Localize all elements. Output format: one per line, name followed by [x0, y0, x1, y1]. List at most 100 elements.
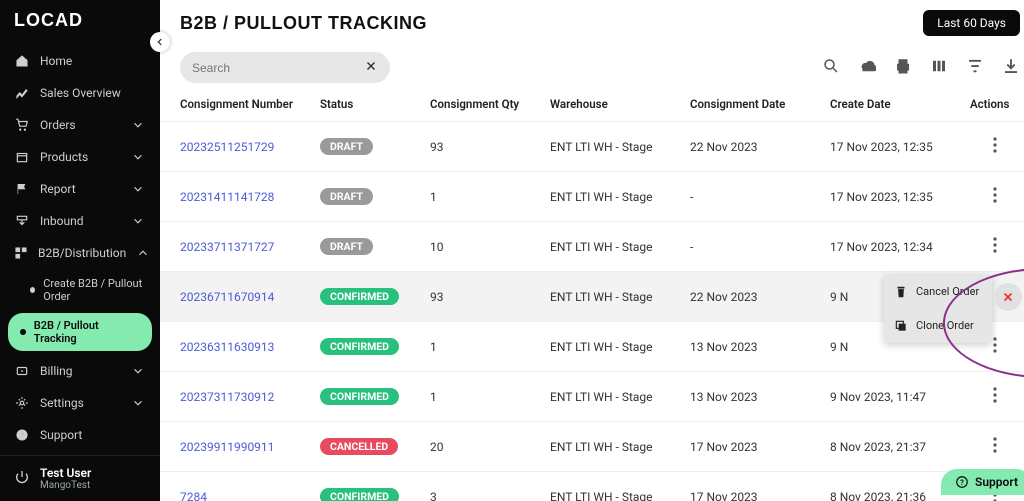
search-icon[interactable]: [822, 57, 840, 79]
sidebar-item-label: Sales Overview: [40, 86, 121, 100]
col-warehouse: Warehouse: [550, 97, 690, 111]
support-button[interactable]: ? Support: [941, 469, 1024, 495]
row-actions[interactable]: [970, 337, 1020, 356]
table-row: 20236711670914CONFIRMED 93ENT LTI WH - St…: [160, 271, 1024, 321]
col-consignment-date: Consignment Date: [690, 97, 830, 111]
filter-icon[interactable]: [966, 57, 984, 79]
consignment-number-link[interactable]: 20236311630913: [180, 340, 320, 354]
chevron-down-icon: [130, 213, 146, 229]
consignment-date-cell: -: [690, 240, 830, 254]
bullet-icon: [30, 287, 35, 293]
consignment-table: Consignment Number Status Consignment Qt…: [160, 93, 1024, 501]
consignment-number-link[interactable]: 20232511251729: [180, 140, 320, 154]
sidebar-item-orders[interactable]: Orders: [0, 109, 160, 141]
consignment-number-link[interactable]: 20231411141728: [180, 190, 320, 204]
qty-cell: 93: [430, 290, 550, 304]
chevron-down-icon: [130, 363, 146, 379]
clear-search-icon[interactable]: [364, 58, 378, 77]
table-row: 20232511251729DRAFT93ENT LTI WH - Stage2…: [160, 121, 1024, 171]
consignment-date-cell: 13 Nov 2023: [690, 340, 830, 354]
sidebar-item-label: Report: [40, 182, 76, 196]
consignment-date-cell: -: [690, 190, 830, 204]
warehouse-cell: ENT LTI WH - Stage: [550, 140, 690, 154]
consignment-number-link[interactable]: 20237311730912: [180, 390, 320, 404]
status-badge: DRAFT: [320, 238, 373, 255]
qty-cell: 3: [430, 490, 550, 501]
sidebar-item-label: Support: [40, 428, 82, 442]
sidebar-item-sales-overview[interactable]: Sales Overview: [0, 77, 160, 109]
main: B2B / PULLOUT TRACKING Last 60 Days Cons…: [160, 0, 1024, 501]
sidebar-item-inbound[interactable]: Inbound: [0, 205, 160, 237]
sidebar-collapse-button[interactable]: [150, 32, 170, 52]
search-input-wrapper[interactable]: [180, 52, 390, 83]
sidebar-item-billing[interactable]: Billing: [0, 355, 160, 387]
qty-cell: 1: [430, 340, 550, 354]
consignment-date-cell: 22 Nov 2023: [690, 140, 830, 154]
warehouse-cell: ENT LTI WH - Stage: [550, 190, 690, 204]
sidebar-item-label: B2B/Distribution: [38, 246, 126, 260]
cloud-download-icon[interactable]: [858, 57, 876, 79]
status-badge: CONFIRMED: [320, 488, 399, 501]
sidebar-nav: Home Sales Overview Orders Products Repo…: [0, 41, 160, 455]
chart-icon: [14, 85, 30, 101]
sidebar-item-support[interactable]: ? Support: [0, 419, 160, 451]
flag-icon: [14, 181, 30, 197]
row-actions[interactable]: [970, 387, 1020, 406]
col-status: Status: [320, 97, 430, 111]
billing-icon: [14, 363, 30, 379]
row-actions[interactable]: [970, 437, 1020, 456]
warehouse-cell: ENT LTI WH - Stage: [550, 340, 690, 354]
qty-cell: 1: [430, 190, 550, 204]
sidebar-item-report[interactable]: Report: [0, 173, 160, 205]
row-actions[interactable]: [970, 137, 1020, 156]
create-date-cell: 9 Nov 2023, 11:47: [830, 390, 970, 404]
consignment-number-link[interactable]: 20236711670914: [180, 290, 320, 304]
create-date-cell: 17 Nov 2023, 12:34: [830, 240, 970, 254]
toolbar-icons: [822, 57, 1020, 79]
status-badge: DRAFT: [320, 188, 373, 205]
close-menu-button[interactable]: [994, 283, 1022, 311]
user-name: Test User: [40, 466, 91, 480]
print-icon[interactable]: [894, 57, 912, 79]
sidebar-footer: Test User MangoTest: [0, 455, 160, 501]
page-title: B2B / PULLOUT TRACKING: [180, 13, 427, 34]
kebab-icon: [993, 387, 997, 403]
sidebar-item-create-b2b[interactable]: Create B2B / Pullout Order: [26, 273, 160, 307]
download-icon[interactable]: [1002, 57, 1020, 79]
svg-text:?: ?: [20, 431, 24, 440]
row-actions[interactable]: [970, 237, 1020, 256]
search-input[interactable]: [192, 61, 364, 75]
sidebar-item-label: Billing: [40, 364, 73, 378]
row-action-menu: Cancel OrderClone Order: [884, 275, 992, 343]
qty-cell: 10: [430, 240, 550, 254]
col-create-date: Create Date: [830, 97, 970, 111]
sidebar-item-label: B2B / Pullout Tracking: [34, 319, 140, 345]
col-qty: Consignment Qty: [430, 97, 550, 111]
sidebar-item-settings[interactable]: Settings: [0, 387, 160, 419]
consignment-number-link[interactable]: 7284: [180, 490, 320, 501]
inbound-icon: [14, 213, 30, 229]
gear-icon: [14, 395, 30, 411]
sidebar-item-home[interactable]: Home: [0, 45, 160, 77]
sidebar-item-label: Orders: [40, 118, 76, 132]
table-header: Consignment Number Status Consignment Qt…: [160, 93, 1024, 121]
help-icon: ?: [14, 427, 30, 443]
date-filter-button[interactable]: Last 60 Days: [923, 10, 1020, 36]
create-date-cell: 17 Nov 2023, 12:35: [830, 140, 970, 154]
consignment-number-link[interactable]: 20233711371727: [180, 240, 320, 254]
status-badge: CONFIRMED: [320, 288, 399, 305]
toolbar: [160, 42, 1024, 93]
columns-icon[interactable]: [930, 57, 948, 79]
warehouse-cell: ENT LTI WH - Stage: [550, 290, 690, 304]
sidebar-item-products[interactable]: Products: [0, 141, 160, 173]
qty-cell: 20: [430, 440, 550, 454]
kebab-icon: [993, 337, 997, 353]
sidebar-item-b2b-distribution[interactable]: B2B/Distribution: [0, 237, 160, 269]
consignment-number-link[interactable]: 20239911990911: [180, 440, 320, 454]
chevron-down-icon: [130, 149, 146, 165]
row-actions[interactable]: [970, 187, 1020, 206]
sidebar-item-b2b-tracking-active[interactable]: B2B / Pullout Tracking: [8, 313, 152, 351]
power-icon[interactable]: [14, 469, 30, 488]
cancel-order-item[interactable]: Cancel Order: [884, 275, 992, 309]
sidebar-item-label: Inbound: [40, 214, 83, 228]
